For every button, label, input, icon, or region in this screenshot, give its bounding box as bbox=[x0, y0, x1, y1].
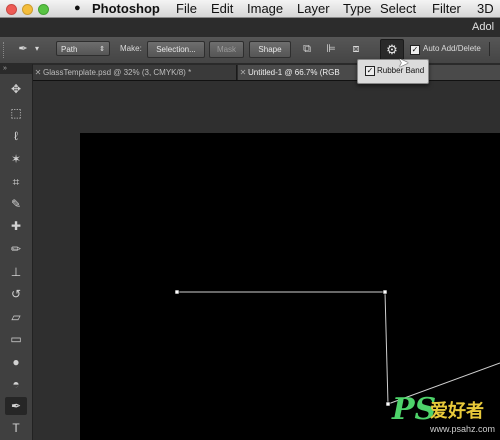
magic-wand-tool-icon[interactable]: ✶ bbox=[5, 150, 27, 168]
chevron-down-icon[interactable]: ▾ bbox=[32, 40, 42, 58]
menu-select[interactable]: Select bbox=[380, 0, 416, 17]
menu-type[interactable]: Type bbox=[343, 0, 371, 17]
document-workspace bbox=[33, 81, 500, 440]
crop-tool-icon[interactable]: ⌗ bbox=[5, 173, 27, 191]
options-divider bbox=[489, 42, 499, 56]
watermark: PS 爱好者 www.psahz.com bbox=[392, 393, 500, 440]
anchor-point[interactable] bbox=[382, 289, 388, 295]
menu-3d[interactable]: 3D bbox=[477, 0, 494, 17]
history-brush-tool-icon[interactable]: ↺ bbox=[5, 285, 27, 303]
tools-panel: » ✥ ⬚ ℓ ✶ ⌗ ✎ ✚ ✏ ⊥ ↺ ▱ ▭ ● ◓ ✒ T bbox=[0, 64, 33, 440]
brush-tool-icon[interactable]: ✏ bbox=[5, 240, 27, 258]
blur-tool-icon[interactable]: ● bbox=[5, 353, 27, 371]
menu-filter[interactable]: Filter bbox=[432, 0, 461, 17]
path-arrangement-icon[interactable]: ⧈ bbox=[347, 40, 365, 58]
watermark-url: www.psahz.com bbox=[430, 424, 496, 434]
menu-bar: ● Photoshop File Edit Image Layer Type S… bbox=[0, 0, 500, 18]
tab-title: GlassTemplate.psd @ 32% (3, CMYK/8) * bbox=[43, 68, 192, 77]
app-title-strip: Adol bbox=[0, 18, 500, 37]
tools-panel-collapse-icon[interactable]: » bbox=[0, 64, 32, 74]
menu-app-name[interactable]: Photoshop bbox=[92, 0, 160, 17]
menu-edit[interactable]: Edit bbox=[211, 0, 233, 17]
auto-add-delete-checkbox[interactable]: ✓ bbox=[410, 45, 420, 55]
stamp-tool-icon[interactable]: ⊥ bbox=[5, 263, 27, 281]
healing-brush-tool-icon[interactable]: ✚ bbox=[5, 217, 27, 235]
close-window-button[interactable] bbox=[6, 4, 17, 15]
menu-file[interactable]: File bbox=[176, 0, 197, 17]
pen-preset-icon[interactable]: ✒ bbox=[14, 40, 32, 58]
eraser-tool-icon[interactable]: ▱ bbox=[5, 308, 27, 326]
mouse-cursor-icon: ➤ bbox=[398, 55, 409, 70]
watermark-chinese-text: 爱好者 bbox=[430, 401, 484, 421]
path-mode-value: Path bbox=[61, 45, 78, 54]
make-shape-button[interactable]: Shape bbox=[249, 41, 291, 58]
rubber-band-popup: ✓ Rubber Band bbox=[357, 59, 429, 84]
path-alignment-icon[interactable]: ⊫ bbox=[322, 40, 340, 58]
type-tool-icon[interactable]: T bbox=[5, 419, 27, 437]
app-title-text: Adol bbox=[472, 21, 495, 33]
lasso-tool-icon[interactable]: ℓ bbox=[5, 127, 27, 145]
gradient-tool-icon[interactable]: ▭ bbox=[5, 330, 27, 348]
document-tab-bar: ✕ GlassTemplate.psd @ 32% (3, CMYK/8) * ✕… bbox=[33, 64, 500, 81]
path-mode-select[interactable]: Path ⇕ bbox=[56, 41, 110, 56]
marquee-tool-icon[interactable]: ⬚ bbox=[5, 104, 27, 122]
path-segment bbox=[177, 291, 500, 405]
anchor-point[interactable] bbox=[385, 401, 391, 407]
tab-title: Untitled-1 @ 66.7% (RGB bbox=[248, 68, 340, 77]
minimize-window-button[interactable] bbox=[22, 4, 33, 15]
make-mask-button[interactable]: Mask bbox=[209, 41, 244, 58]
apple-icon[interactable]: ● bbox=[74, 0, 81, 17]
zoom-window-button[interactable] bbox=[38, 4, 49, 15]
make-selection-button[interactable]: Selection... bbox=[147, 41, 205, 58]
updown-icon: ⇕ bbox=[99, 46, 105, 53]
menu-layer[interactable]: Layer bbox=[297, 0, 330, 17]
pen-tool-icon[interactable]: ✒ bbox=[5, 397, 27, 415]
dodge-tool-icon[interactable]: ◓ bbox=[5, 375, 27, 393]
anchor-point[interactable] bbox=[174, 289, 180, 295]
make-label: Make: bbox=[120, 44, 142, 53]
path-operations-icon[interactable]: ⧉ bbox=[298, 40, 316, 58]
auto-add-delete-label: Auto Add/Delete bbox=[423, 44, 481, 53]
rubber-band-checkbox[interactable]: ✓ bbox=[365, 66, 375, 76]
close-tab-icon[interactable]: ✕ bbox=[33, 65, 43, 80]
move-tool-icon[interactable]: ✥ bbox=[5, 80, 27, 98]
close-tab-icon[interactable]: ✕ bbox=[238, 65, 248, 80]
tab-glass-template[interactable]: ✕ GlassTemplate.psd @ 32% (3, CMYK/8) * bbox=[33, 65, 237, 80]
options-grip bbox=[3, 42, 7, 58]
menu-image[interactable]: Image bbox=[247, 0, 283, 17]
eyedropper-tool-icon[interactable]: ✎ bbox=[5, 195, 27, 213]
